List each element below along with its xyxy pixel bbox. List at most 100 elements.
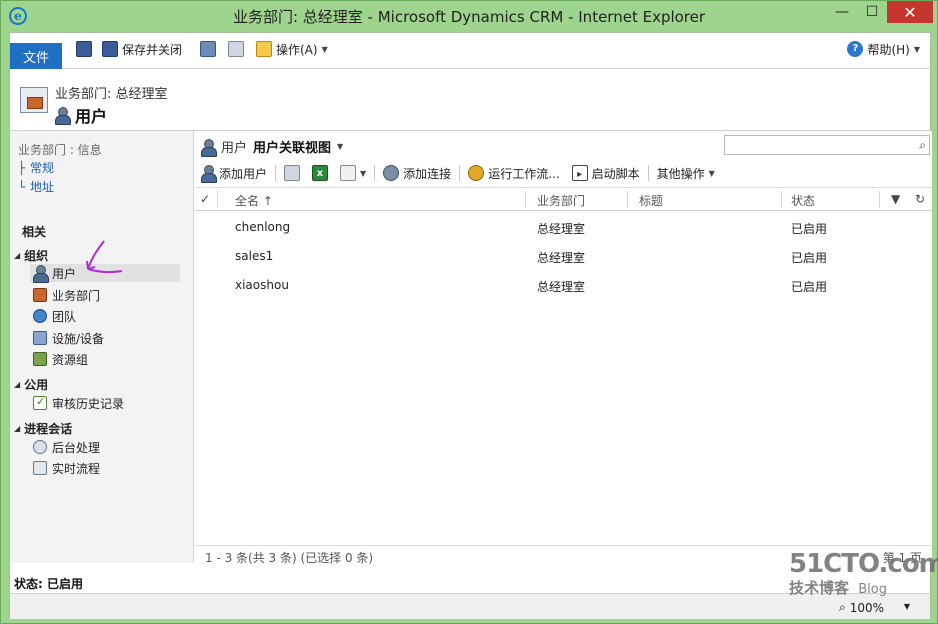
watermark-text: 技术博客 [789, 579, 850, 597]
add-user-icon [201, 165, 217, 183]
nav-item-label: 用户 [52, 266, 77, 281]
save-and-close-button[interactable]: 保存并关闭 [102, 39, 182, 59]
nav-item-facilities[interactable]: 设施/设备 [30, 329, 180, 347]
export-excel-button[interactable]: x [306, 163, 334, 183]
divider [275, 165, 277, 181]
watermark-logo: 51CTO.com 技术博客 Blog [789, 549, 938, 611]
actions-menu[interactable]: 操作(A) ▼ [256, 39, 328, 59]
status-badge: 状态: 已启用 [14, 577, 83, 591]
column-header-fullname[interactable]: 全名 ↑ [235, 192, 273, 209]
filter-icon[interactable]: ▼ [891, 192, 900, 206]
add-connection-button[interactable]: 添加连接 [377, 163, 457, 183]
edit-icon [340, 165, 357, 181]
nav-item-label: 资源组 [52, 352, 89, 367]
grid-command-bar: 添加用户 x ▼ 添加连接 运行工作流... ▸ 启动脚本 其他操作 ▼ [195, 161, 932, 185]
left-navigation: 业务部门 : 信息 ├ 常规 └ 地址 相关 ◢ 组织 用户 业务部门 团队 设… [10, 131, 194, 563]
watermark-top: 51CTO.com [789, 549, 938, 579]
nav-item-background-processes[interactable]: 后台处理 [30, 438, 180, 456]
print-icon [284, 165, 301, 181]
tree-connector-icon: └ [18, 179, 26, 194]
watermark-blog: Blog [858, 582, 887, 597]
actions-label: 操作(A) [276, 42, 318, 57]
browser-window: e 业务部门: 总经理室 - Microsoft Dynamics CRM - … [0, 0, 938, 624]
edit-menu-button[interactable]: ▼ [334, 163, 372, 183]
column-divider [781, 191, 782, 208]
file-tab[interactable]: 文件 [10, 43, 62, 69]
chevron-down-icon: ▼ [337, 142, 344, 151]
nav-item-realtime-processes[interactable]: 实时流程 [30, 459, 180, 477]
nav-link-address[interactable]: └ 地址 [18, 178, 54, 195]
entity-label: 用户 [221, 141, 248, 156]
chevron-down-icon: ▼ [360, 168, 367, 178]
help-menu[interactable]: ? 帮助(H) ▼ [847, 39, 920, 59]
page-title-text: 用户 [75, 107, 108, 126]
nav-item-label: 业务部门 [52, 288, 101, 303]
nav-item-business-units[interactable]: 业务部门 [30, 286, 180, 304]
group-process-sessions[interactable]: ◢ 进程会话 [14, 420, 72, 437]
start-dialog-button[interactable]: 启动脚本 [566, 163, 646, 183]
view-selector[interactable]: 用户 用户关联视图 ▼ [201, 137, 344, 157]
nav-link-label: 地址 [30, 180, 55, 194]
cell-fullname[interactable]: chenlong [235, 220, 290, 234]
group-title-text: 进程会话 [24, 422, 73, 436]
print-button[interactable] [228, 39, 244, 59]
group-common[interactable]: ◢ 公用 [14, 376, 48, 393]
cell-fullname[interactable]: xiaoshou [235, 278, 289, 292]
group-organization[interactable]: ◢ 组织 [14, 247, 48, 264]
column-divider [879, 191, 880, 208]
table-row[interactable]: sales1 总经理室 已启用 [195, 242, 932, 271]
save-button[interactable] [76, 39, 92, 59]
start-dialog-label: 启动脚本 [591, 166, 640, 181]
table-row[interactable]: chenlong 总经理室 已启用 [195, 213, 932, 242]
save-close-icon [102, 41, 118, 57]
page-title: 用户 [55, 103, 107, 127]
column-divider [525, 191, 526, 208]
column-header-status[interactable]: 状态 [791, 192, 815, 209]
close-button[interactable]: ✕ [887, 1, 933, 23]
group-title-text: 组织 [24, 249, 49, 263]
nav-item-teams[interactable]: 团队 [30, 307, 180, 325]
nav-link-general[interactable]: ├ 常规 [18, 159, 54, 176]
dialog-icon [571, 165, 588, 181]
related-heading: 相关 [22, 225, 47, 239]
cell-status: 已启用 [791, 251, 828, 265]
column-header-title[interactable]: 标题 [639, 192, 663, 209]
annotation-arrow-icon [86, 240, 123, 274]
record-count: 1 - 3 条(共 3 条) (已选择 0 条) [205, 551, 374, 565]
search-input[interactable]: ⌕ [724, 135, 930, 155]
nav-item-audit-history[interactable]: 审核历史记录 [30, 394, 180, 412]
nav-item-label: 审核历史记录 [52, 396, 125, 411]
workflow-icon [468, 165, 485, 181]
nav-item-label: 团队 [52, 309, 77, 324]
maximize-button[interactable]: ☐ [857, 1, 887, 23]
cell-fullname[interactable]: sales1 [235, 249, 273, 263]
copy-icon [200, 41, 216, 57]
form-header: 业务部门: 总经理室 用户 [10, 69, 930, 131]
nav-item-label: 实时流程 [52, 461, 101, 476]
add-user-button[interactable]: 添加用户 [195, 163, 273, 183]
nav-item-resource-groups[interactable]: 资源组 [30, 350, 180, 368]
resource-group-icon [33, 352, 47, 366]
save-and-close-label: 保存并关闭 [122, 42, 183, 57]
excel-icon: x [312, 165, 329, 181]
select-all-checkbox[interactable]: ✓ [200, 192, 210, 206]
refresh-icon[interactable]: ↻ [915, 192, 925, 206]
column-divider [627, 191, 628, 208]
cell-business-unit: 总经理室 [537, 251, 586, 265]
more-actions-button[interactable]: 其他操作 ▼ [651, 163, 721, 183]
ribbon: 文件 保存并关闭 操作(A) ▼ ? 帮助(H) ▼ [10, 33, 930, 69]
column-header-business-unit[interactable]: 业务部门 [537, 192, 585, 209]
copy-link-button[interactable] [200, 39, 216, 59]
run-workflow-button[interactable]: 运行工作流... [462, 163, 565, 183]
add-user-label: 添加用户 [219, 166, 268, 181]
team-icon [33, 309, 47, 323]
run-workflow-label: 运行工作流... [488, 166, 560, 181]
table-row[interactable]: xiaoshou 总经理室 已启用 [195, 271, 932, 300]
print-list-button[interactable] [278, 163, 306, 183]
minimize-button[interactable]: — [827, 1, 857, 23]
search-icon[interactable]: ⌕ [919, 138, 926, 153]
view-name: 用户关联视图 [253, 141, 332, 156]
equipment-icon [33, 331, 47, 345]
title-bar: e 业务部门: 总经理室 - Microsoft Dynamics CRM - … [1, 1, 937, 32]
cell-status: 已启用 [791, 222, 828, 236]
